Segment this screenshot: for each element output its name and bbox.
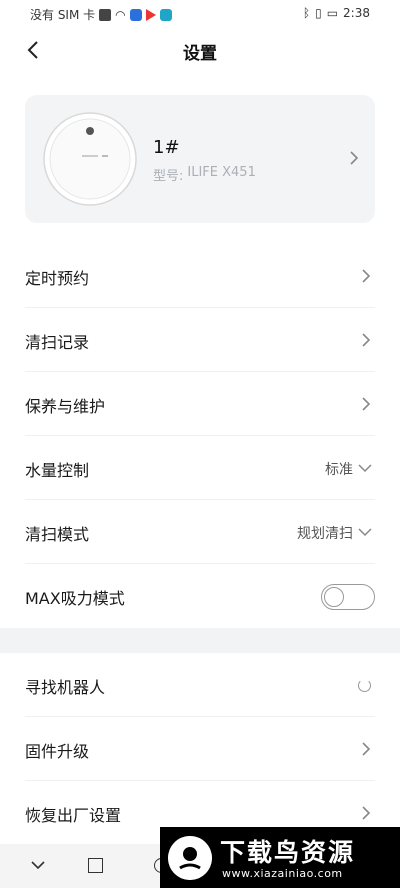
watermark-logo bbox=[168, 836, 212, 880]
clean-history-row[interactable]: 清扫记录 bbox=[25, 308, 375, 372]
watermark-url: www.xiazainiao.com bbox=[222, 867, 343, 880]
watermark: 下载鸟资源 www.xiazainiao.com bbox=[160, 827, 400, 888]
device-name: 1# bbox=[153, 137, 180, 158]
chevron-down-icon bbox=[358, 528, 372, 537]
chevron-right-icon bbox=[362, 742, 371, 756]
chevron-right-icon bbox=[362, 269, 371, 283]
section-divider bbox=[0, 628, 400, 653]
water-control-row[interactable]: 水量控制 标准 bbox=[25, 436, 375, 500]
watermark-title: 下载鸟资源 bbox=[220, 838, 356, 867]
max-suction-toggle[interactable] bbox=[321, 584, 375, 610]
robot-vacuum-image bbox=[43, 112, 137, 206]
row-label: 保养与维护 bbox=[25, 397, 106, 416]
nav-back-icon[interactable] bbox=[30, 857, 46, 873]
max-suction-row: MAX吸力模式 bbox=[25, 564, 375, 628]
status-bar: 没有 SIM 卡 ◠ ᛒ ▯ ▭ 2:38 bbox=[0, 0, 400, 28]
model-value: ILIFE X451 bbox=[187, 165, 256, 180]
water-level-value: 标准 bbox=[325, 462, 353, 478]
clean-mode-value: 规划清扫 bbox=[297, 526, 353, 542]
clock-text: 2:38 bbox=[343, 6, 370, 20]
clean-mode-row[interactable]: 清扫模式 规划清扫 bbox=[25, 500, 375, 564]
bluetooth-icon: ᛒ bbox=[302, 6, 311, 20]
row-label: 恢复出厂设置 bbox=[25, 806, 122, 825]
firmware-upgrade-row[interactable]: 固件升级 bbox=[25, 717, 375, 781]
row-label: 水量控制 bbox=[25, 461, 90, 480]
status-right: ᛒ ▯ ▭ 2:38 bbox=[303, 6, 370, 20]
play-icon bbox=[145, 8, 156, 21]
row-label: 固件升级 bbox=[25, 742, 90, 761]
row-label: 定时预约 bbox=[25, 269, 90, 288]
chevron-right-icon bbox=[362, 397, 371, 411]
toggle-knob bbox=[324, 587, 344, 607]
device-card[interactable]: 1# 型号: ILIFE X451 bbox=[25, 95, 375, 223]
chevron-right-icon bbox=[362, 333, 371, 347]
find-robot-row[interactable]: 寻找机器人 bbox=[25, 653, 375, 717]
row-label: MAX吸力模式 bbox=[25, 589, 125, 608]
row-label: 清扫模式 bbox=[25, 525, 90, 544]
notification-icon bbox=[99, 8, 112, 21]
status-left: 没有 SIM 卡 ◠ bbox=[30, 6, 172, 23]
settings-list-secondary: 寻找机器人 固件升级 恢复出厂设置 bbox=[0, 653, 400, 845]
battery-icon: ▭ bbox=[326, 6, 339, 20]
row-label: 寻找机器人 bbox=[25, 678, 106, 697]
schedule-row[interactable]: 定时预约 bbox=[25, 244, 375, 308]
carrier-text: 没有 SIM 卡 bbox=[30, 8, 96, 22]
vibrate-icon: ▯ bbox=[315, 6, 322, 20]
wifi-icon: ◠ bbox=[115, 7, 126, 22]
app-icon-teal bbox=[159, 8, 172, 21]
row-label: 清扫记录 bbox=[25, 333, 90, 352]
loading-spinner-icon bbox=[358, 679, 371, 692]
settings-list: 定时预约 清扫记录 保养与维护 水量控制 标准 清扫模式 规划清扫 MAX吸力模… bbox=[0, 244, 400, 628]
nav-home-icon[interactable] bbox=[88, 858, 103, 873]
chevron-right-icon bbox=[350, 151, 359, 165]
chevron-right-icon bbox=[362, 806, 371, 820]
app-header: 设置 bbox=[0, 28, 400, 72]
device-model: 型号: ILIFE X451 bbox=[153, 165, 256, 184]
app-icon-blue bbox=[129, 8, 142, 21]
model-label: 型号: bbox=[153, 169, 184, 184]
page-title: 设置 bbox=[183, 44, 217, 64]
maintenance-row[interactable]: 保养与维护 bbox=[25, 372, 375, 436]
chevron-down-icon bbox=[358, 464, 372, 473]
